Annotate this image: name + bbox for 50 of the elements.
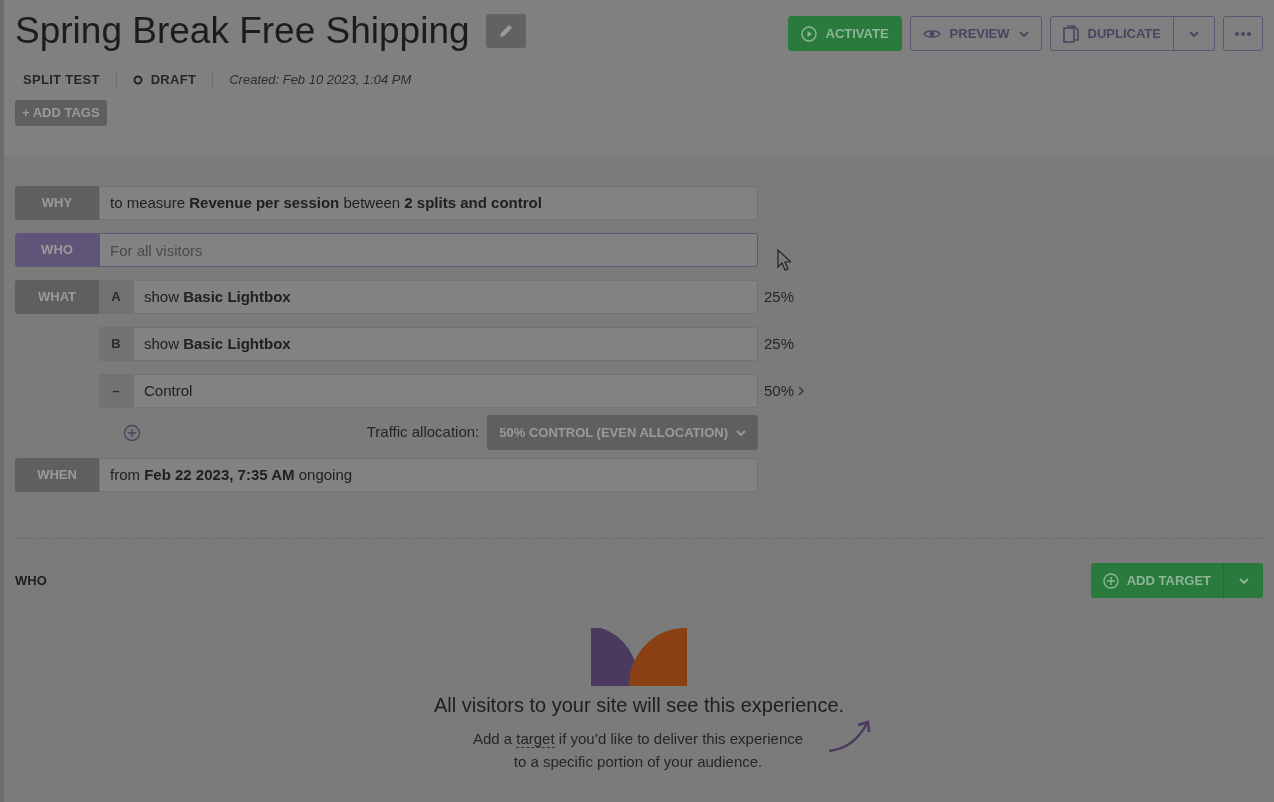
eye-icon [922, 27, 941, 40]
caret-icon [736, 429, 746, 436]
preview-button[interactable]: PREVIEW [909, 16, 1042, 51]
traffic-share: 25% [764, 286, 795, 307]
edit-button[interactable] [485, 14, 526, 48]
activate-button[interactable]: ACTIVATE [787, 16, 902, 51]
caret-icon [1189, 30, 1199, 37]
more-icon [1234, 31, 1252, 36]
traffic-label: Traffic allocation: [366, 422, 480, 443]
variant-key: B [99, 327, 133, 361]
target-link[interactable]: target [516, 730, 555, 748]
status-label: DRAFT [150, 71, 197, 90]
test-type: SPLIT TEST [23, 71, 100, 90]
row-label: WHAT [15, 280, 99, 314]
status-icon [132, 75, 143, 85]
duplicate-button[interactable]: DUPLICATE [1049, 16, 1174, 51]
dropdown-button[interactable] [1174, 16, 1215, 51]
section-heading: WHO [15, 571, 47, 590]
copy-icon [1062, 24, 1079, 43]
dropdown-button[interactable] [1223, 563, 1263, 598]
input-field[interactable]: For all visitors [99, 233, 758, 267]
created-date: Created: Feb 10 2023, 1:04 PM [229, 71, 412, 90]
summary-field[interactable]: to measure Revenue per session between 2 splits and control [99, 186, 758, 220]
caret-icon [1018, 30, 1029, 37]
traffic-share: 25% [764, 333, 795, 354]
summary-field[interactable]: from Feb 22 2023, 7:35 AM ongoing [99, 458, 758, 492]
variant-key: – [99, 374, 133, 408]
row-label: WHO [15, 233, 99, 267]
caret-icon [1238, 577, 1249, 584]
add-tags-button[interactable]: + ADD TAGS [15, 100, 107, 126]
variant-field[interactable]: show Basic Lightbox [133, 327, 758, 361]
add-target-button[interactable]: ADD TARGET [1090, 563, 1223, 598]
traffic-share: 50% [764, 380, 795, 401]
empty-state-title: All visitors to your site will see this experience. [433, 693, 845, 718]
variant-field[interactable]: show Basic Lightbox [133, 280, 758, 314]
add-variant-button[interactable] [123, 423, 141, 442]
page-title: Spring Break Free Shipping [15, 9, 470, 53]
play-icon [800, 25, 817, 42]
variant-field[interactable]: Control [133, 374, 758, 408]
row-label: WHY [15, 186, 99, 220]
arrow-icon [826, 718, 873, 753]
variant-key: A [99, 280, 133, 314]
empty-state-text: Add a target if you’d like to deliver this experience to a specific portion of your audience. [471, 729, 805, 772]
plus-circle-icon [123, 423, 141, 442]
cursor-icon [777, 249, 791, 272]
more-button[interactable] [1223, 16, 1263, 51]
row-label: WHEN [15, 458, 99, 492]
traffic-dropdown[interactable]: 50% CONTROL (EVEN ALLOCATION) [487, 415, 758, 450]
plus-circle-icon [1102, 572, 1119, 589]
pencil-icon [497, 23, 514, 39]
